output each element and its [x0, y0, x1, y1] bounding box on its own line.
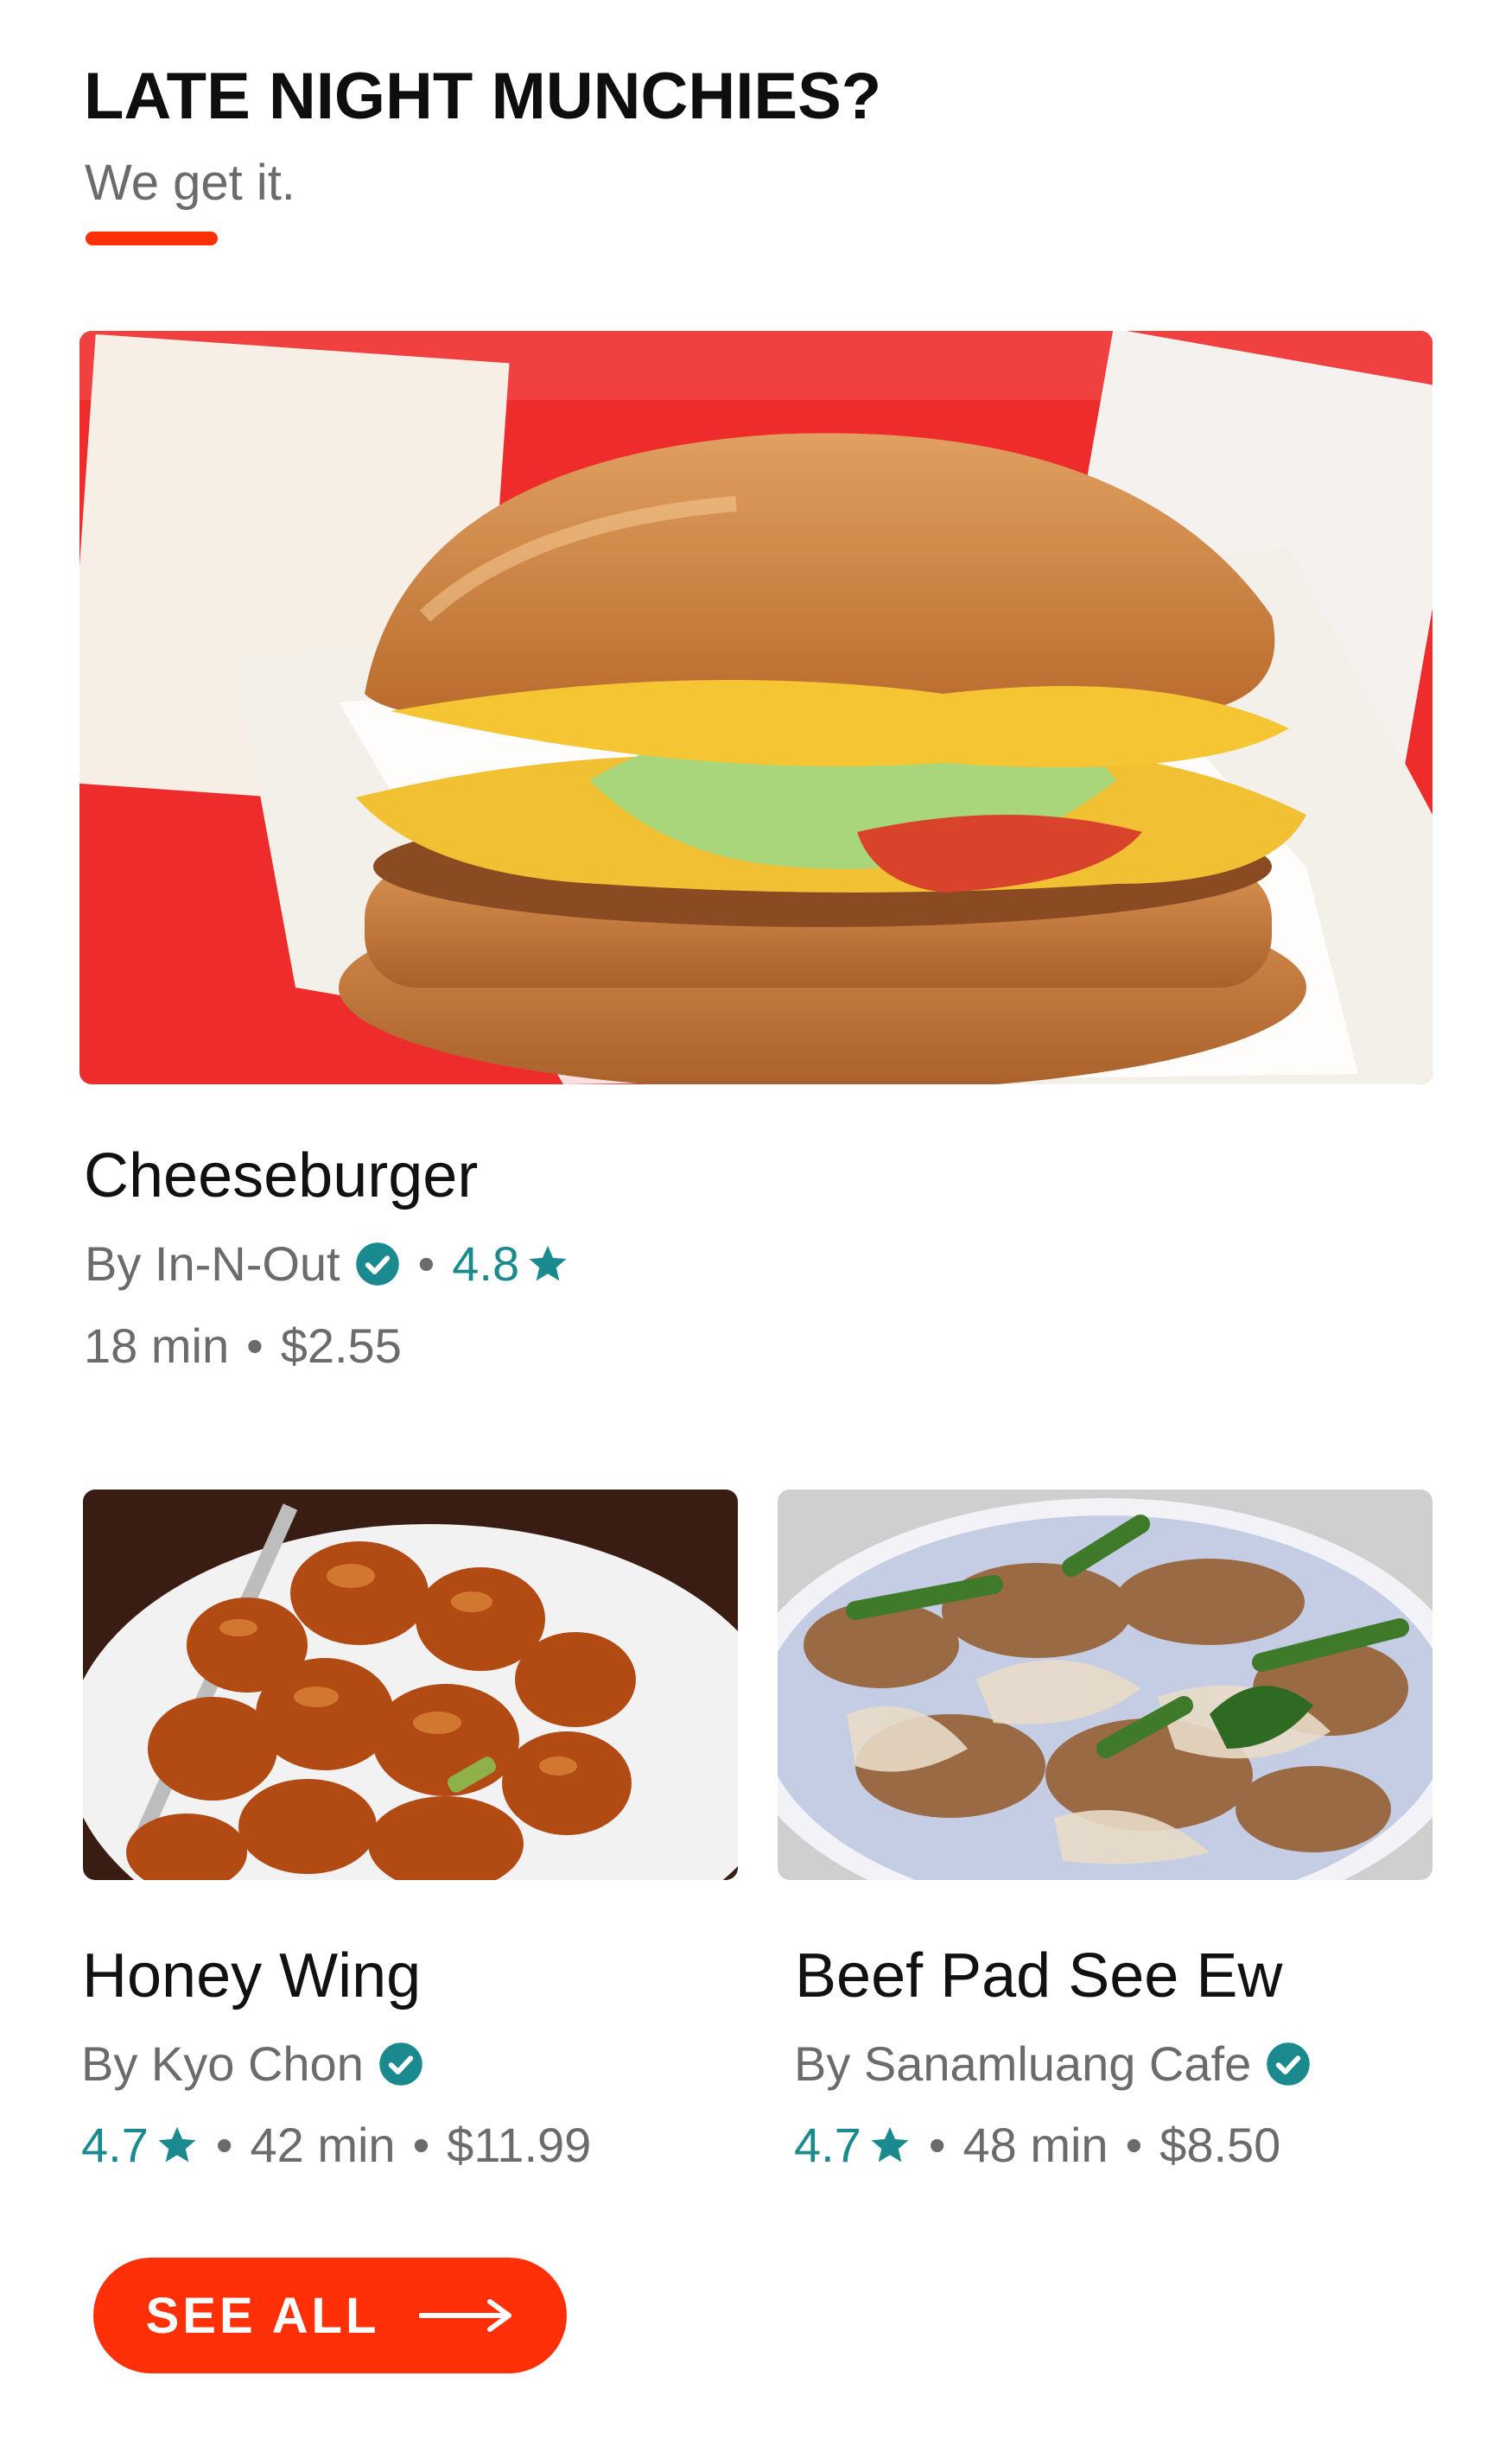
- separator-dot: •: [928, 2118, 946, 2172]
- star-icon: [529, 1245, 567, 1280]
- cheeseburger-photo: [79, 331, 1433, 1084]
- pad-see-ew-restaurant-line: By Sanamluang Cafe: [794, 2036, 1312, 2092]
- featured-details-line: 18 min • $2.55: [84, 1318, 402, 1374]
- featured-restaurant-line: By In-N-Out • 4.8: [85, 1236, 569, 1292]
- pad-see-ew-time: 48 min: [962, 2118, 1109, 2172]
- separator-dot: •: [246, 1318, 264, 1373]
- honey-wing-photo: [83, 1490, 738, 1880]
- honey-wing-rating: 4.7: [81, 2118, 149, 2172]
- see-all-label: SEE ALL: [145, 2287, 380, 2344]
- honey-wing-restaurant[interactable]: By Kyo Chon: [81, 2036, 364, 2092]
- item-name-honey-wing[interactable]: Honey Wing: [82, 1941, 421, 2011]
- featured-restaurant[interactable]: By In-N-Out: [85, 1236, 340, 1292]
- pad-see-ew-price: $8.50: [1159, 2118, 1281, 2172]
- section-subtitle: We get it.: [85, 155, 295, 211]
- star-icon: [871, 2126, 909, 2162]
- honey-wing-image[interactable]: [83, 1490, 738, 1880]
- pad-see-ew-image[interactable]: [778, 1490, 1433, 1880]
- star-icon: [158, 2126, 196, 2162]
- honey-wing-price: $11.99: [447, 2118, 592, 2172]
- featured-rating: 4.8: [452, 1236, 520, 1291]
- pad-see-ew-restaurant[interactable]: By Sanamluang Cafe: [794, 2036, 1251, 2092]
- featured-time: 18 min: [84, 1318, 230, 1373]
- separator-dot: •: [215, 2118, 233, 2172]
- item-name-pad-see-ew[interactable]: Beef Pad See Ew: [795, 1941, 1282, 2011]
- see-all-button[interactable]: SEE ALL: [93, 2258, 567, 2373]
- separator-dot: •: [417, 1236, 435, 1291]
- featured-item-name[interactable]: Cheeseburger: [84, 1140, 478, 1211]
- arrow-right-icon: [419, 2299, 512, 2332]
- cheeseburger-image[interactable]: [79, 331, 1433, 1084]
- title-underline: [86, 232, 218, 245]
- pad-see-ew-photo: [778, 1490, 1433, 1880]
- separator-dot: •: [1125, 2118, 1143, 2172]
- section-title: LATE NIGHT MUNCHIES?: [84, 60, 882, 133]
- verified-icon: [379, 2042, 422, 2086]
- pad-see-ew-rating: 4.7: [794, 2118, 861, 2172]
- pad-see-ew-details-line: 4.7 • 48 min • $8.50: [794, 2117, 1280, 2173]
- honey-wing-details-line: 4.7 • 42 min • $11.99: [81, 2117, 591, 2173]
- verified-icon: [1267, 2042, 1310, 2086]
- honey-wing-restaurant-line: By Kyo Chon: [81, 2036, 424, 2092]
- verified-icon: [355, 1242, 399, 1286]
- separator-dot: •: [412, 2118, 430, 2172]
- featured-price: $2.55: [280, 1318, 402, 1373]
- honey-wing-time: 42 min: [250, 2118, 396, 2172]
